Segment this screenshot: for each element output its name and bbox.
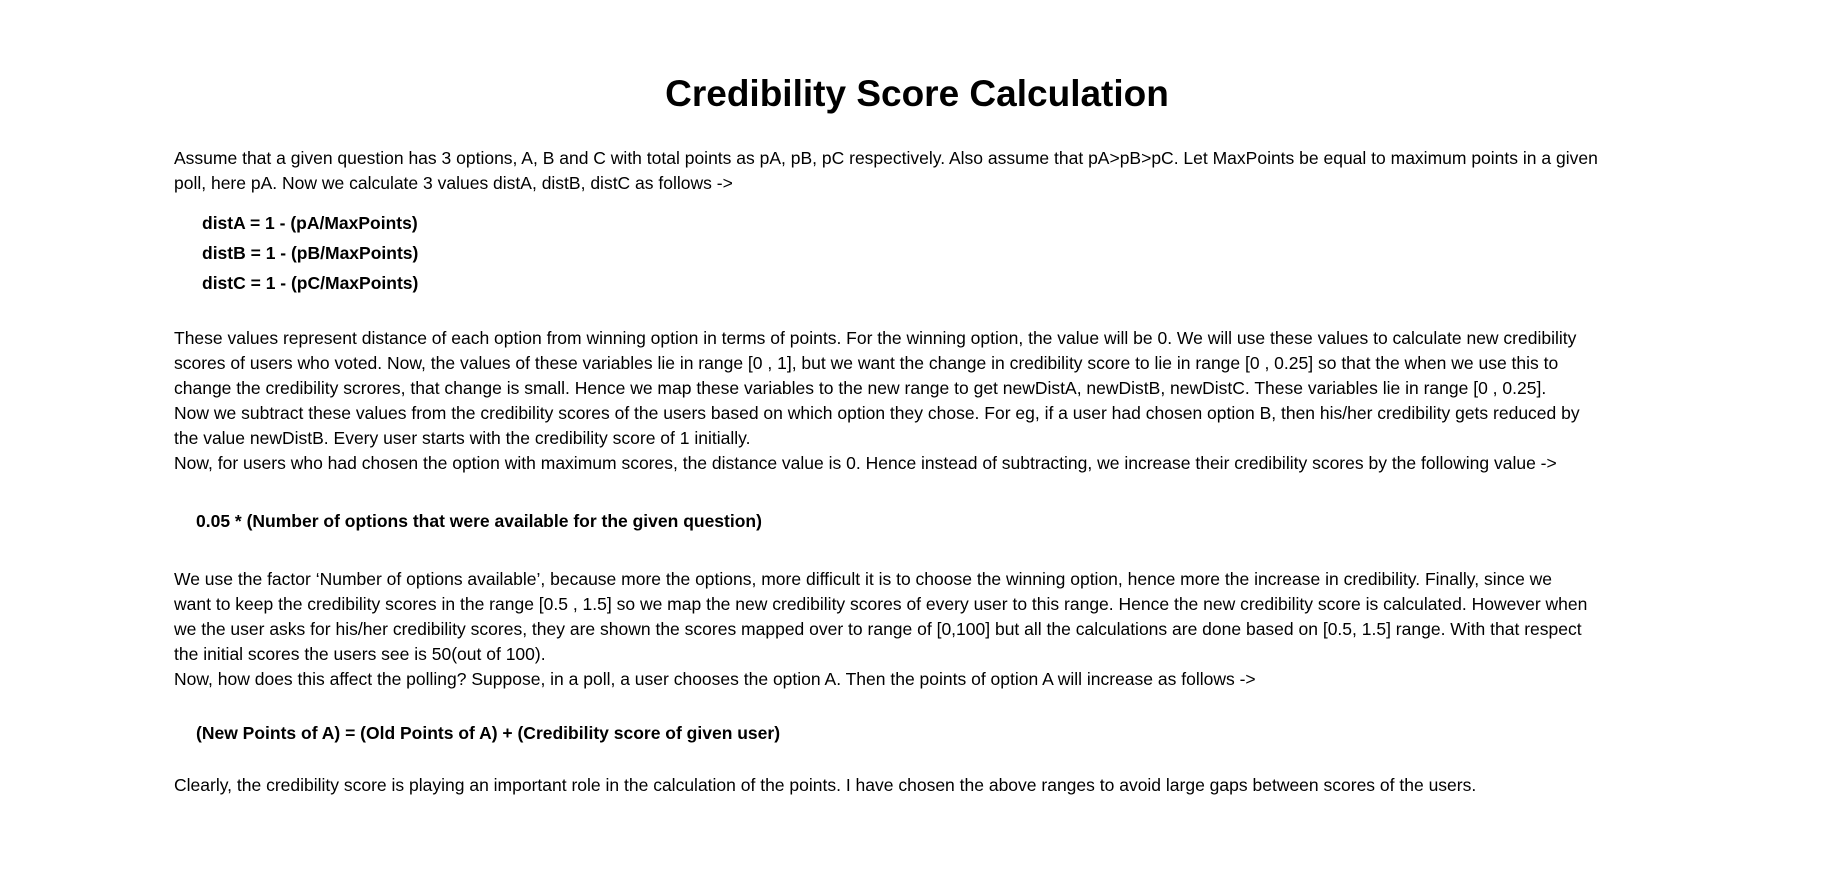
formula-dist-b: distB = 1 - (pB/MaxPoints) (202, 243, 419, 263)
text-line: Now, for users who had chosen the option… (174, 453, 1557, 473)
formula-points: (New Points of A) = (Old Points of A) + … (196, 723, 781, 743)
text-line: scores of users who voted. Now, the valu… (174, 353, 1559, 373)
text-line: Assume that a given question has 3 optio… (174, 148, 1598, 168)
text-line: Clearly, the credibility score is playin… (174, 775, 1477, 795)
text-line: Now, how does this affect the polling? S… (174, 669, 1256, 689)
text-line: want to keep the credibility scores in t… (174, 594, 1588, 614)
formula-increase: 0.05 * (Number of options that were avai… (196, 511, 762, 531)
intro-paragraph: Assume that a given question has 3 optio… (174, 146, 1644, 196)
text-line: We use the factor ‘Number of options ava… (174, 569, 1553, 589)
text-line: the value newDistB. Every user starts wi… (174, 428, 751, 448)
text-line: change the credibility scrores, that cha… (174, 378, 1547, 398)
explanation-paragraph: These values represent distance of each … (174, 326, 1644, 476)
page-title: Credibility Score Calculation (665, 73, 1169, 114)
text-line: the initial scores the users see is 50(o… (174, 644, 546, 664)
mapping-paragraph: We use the factor ‘Number of options ava… (174, 567, 1644, 692)
text-line: poll, here pA. Now we calculate 3 values… (174, 173, 733, 193)
text-line: These values represent distance of each … (174, 328, 1577, 348)
text-line: we the user asks for his/her credibility… (174, 619, 1582, 639)
formula-dist-c: distC = 1 - (pC/MaxPoints) (202, 273, 419, 293)
formula-dist-a: distA = 1 - (pA/MaxPoints) (202, 213, 418, 233)
text-line: Now we subtract these values from the cr… (174, 403, 1580, 423)
conclusion-paragraph: Clearly, the credibility score is playin… (174, 773, 1644, 798)
